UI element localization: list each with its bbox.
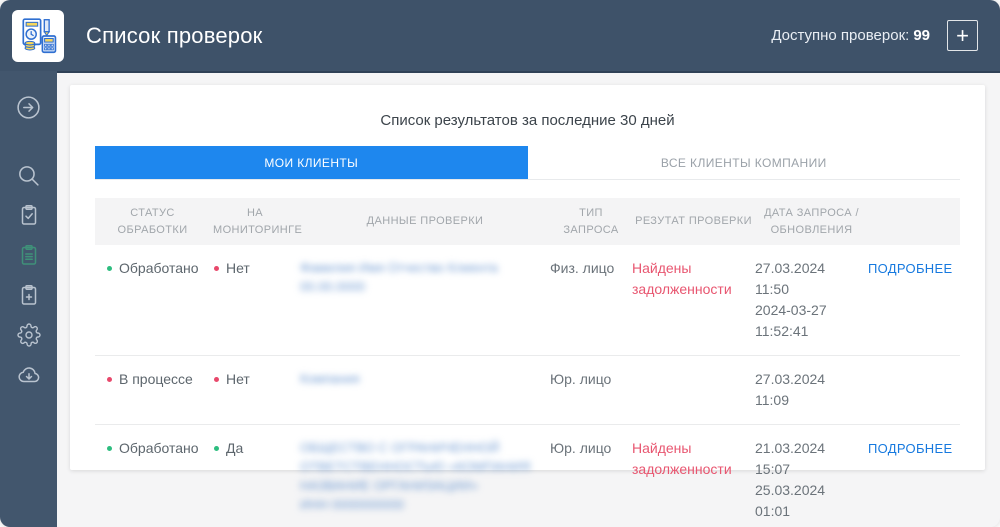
col-details — [868, 198, 960, 245]
results-subtitle: Список результатов за последние 30 дней — [380, 112, 675, 129]
app-window: Список проверок Доступно проверок:99 + — [0, 0, 1000, 527]
col-data: ДАННЫЕ ПРОВЕРКИ — [300, 198, 550, 245]
request-type-label: Физ. лицо — [550, 245, 632, 356]
date-line: 27.03.2024 11:50 — [755, 260, 826, 297]
status-label: Обработано — [119, 440, 199, 456]
status-dot — [107, 266, 112, 271]
details-link[interactable]: ПОДРОБНЕЕ — [868, 441, 952, 456]
check-result-label: Найдены задолженности — [632, 424, 755, 527]
col-type: ТИП ЗАПРОСА — [550, 198, 632, 245]
date-line: 2024-03-27 — [755, 302, 827, 318]
blurred-client-data: НАЗВАНИЕ ОРГАНИЗАЦИИ» — [300, 478, 479, 493]
table-header-row: СТАТУС ОБРАБОТКИ НА МОНИТОРИНГЕ ДАННЫЕ П… — [95, 198, 960, 245]
tab-my-clients[interactable]: МОИ КЛИЕНТЫ — [95, 146, 528, 179]
status-dot — [107, 446, 112, 451]
request-type-label: Юр. лицо — [550, 355, 632, 425]
sidebar-item-expand[interactable] — [9, 87, 49, 127]
sidebar-item-check-list[interactable] — [9, 235, 49, 275]
status-label: Обработано — [119, 260, 199, 276]
request-date-cell: 21.03.2024 15:07 25.03.2024 01:01 — [755, 424, 868, 527]
arrow-right-circle-icon — [17, 95, 40, 119]
available-checks-label: Доступно проверок: — [771, 27, 910, 44]
clipboard-plus-icon — [21, 285, 36, 305]
table-row: Обработано Нет Фамилия Имя Отчество Клие… — [95, 245, 960, 356]
request-date-cell: 27.03.2024 11:50 2024-03-27 11:52:41 — [755, 245, 868, 356]
table-body: Обработано Нет Фамилия Имя Отчество Клие… — [95, 245, 960, 527]
col-date: ДАТА ЗАПРОСА / ОБНОВЛЕНИЯ — [755, 198, 868, 245]
app-header: Список проверок Доступно проверок: 99 + — [0, 0, 1000, 71]
client-data-cell: Компания — [300, 355, 550, 425]
tab-all-company-clients[interactable]: ВСЕ КЛИЕНТЫ КОМПАНИИ — [527, 146, 960, 179]
blurred-client-data: ОТВЕТСТВЕННОСТЬЮ «КОМПАНИЯ — [300, 459, 531, 474]
monitoring-dot — [214, 377, 219, 382]
monitoring-label: Нет — [226, 260, 250, 276]
blurred-client-data: ОБЩЕСТВО С ОГРАНИЧЕННОЙ — [300, 440, 500, 455]
date-line: 11:52:41 — [755, 323, 809, 339]
available-checks-counter: Доступно проверок: 99 — [771, 27, 930, 44]
check-result-label: Найдены задолженности — [632, 245, 755, 356]
date-line: 27.03.2024 11:09 — [755, 371, 826, 408]
sidebar-item-search[interactable] — [9, 155, 49, 195]
col-status: СТАТУС ОБРАБОТКИ — [95, 198, 210, 245]
check-result-label — [632, 355, 755, 425]
monitoring-dot — [214, 266, 219, 271]
request-type-label: Юр. лицо — [550, 424, 632, 527]
cloud-download-icon — [17, 367, 39, 383]
status-label: В процессе — [119, 371, 193, 387]
gear-icon — [16, 323, 41, 347]
main-content: Список результатов за последние 30 дней … — [57, 71, 1000, 527]
clipboard-list-icon — [21, 245, 36, 265]
sidebar-item-checks-done[interactable] — [9, 195, 49, 235]
table-row: В процессе Нет Компания Юр. лицо 27.03.2… — [95, 355, 960, 425]
results-table: СТАТУС ОБРАБОТКИ НА МОНИТОРИНГЕ ДАННЫЕ П… — [95, 198, 960, 527]
blurred-client-data: Компания — [300, 371, 360, 386]
search-icon — [19, 165, 39, 186]
date-line: 25.03.2024 01:01 — [755, 482, 826, 519]
clipboard-check-icon — [21, 205, 36, 225]
col-result: РЕЗУТАТ ПРОВЕРКИ — [632, 198, 755, 245]
sidebar-item-downloads[interactable] — [9, 355, 49, 395]
sidebar-nav — [0, 71, 57, 527]
monitoring-dot — [214, 446, 219, 451]
client-data-cell: Фамилия Имя Отчество Клиента 00.00.0000 — [300, 245, 550, 356]
status-dot — [107, 377, 112, 382]
blurred-client-data: Фамилия Имя Отчество Клиента — [300, 260, 498, 275]
report-calculator-logo-icon — [22, 17, 57, 53]
page-title: Список проверок — [86, 22, 263, 48]
app-logo — [12, 9, 64, 62]
sidebar-item-settings[interactable] — [9, 315, 49, 355]
col-monitoring: НА МОНИТОРИНГЕ — [210, 198, 302, 245]
clients-tabs: МОИ КЛИЕНТЫ ВСЕ КЛИЕНТЫ КОМПАНИИ — [95, 146, 960, 180]
sidebar-item-new-check[interactable] — [9, 275, 49, 315]
blurred-client-data: 00.00.0000 — [300, 279, 366, 294]
date-line: 21.03.2024 15:07 — [755, 440, 826, 477]
blurred-client-data: ИНН 0000000000 — [300, 497, 405, 512]
details-link[interactable]: ПОДРОБНЕЕ — [868, 261, 952, 276]
request-date-cell: 27.03.2024 11:09 — [755, 355, 868, 425]
add-check-button[interactable]: + — [947, 20, 978, 51]
monitoring-label: Да — [226, 440, 244, 456]
monitoring-label: Нет — [226, 371, 250, 387]
results-table-wrap: СТАТУС ОБРАБОТКИ НА МОНИТОРИНГЕ ДАННЫЕ П… — [95, 198, 960, 527]
results-card: Список результатов за последние 30 дней … — [70, 85, 985, 527]
table-row: Обработано Да ОБЩЕСТВО С ОГРАНИЧЕННОЙ ОТВ… — [95, 424, 960, 527]
available-checks-count: 99 — [913, 27, 930, 44]
client-data-cell: ОБЩЕСТВО С ОГРАНИЧЕННОЙ ОТВЕТСТВЕННОСТЬЮ … — [300, 424, 550, 527]
